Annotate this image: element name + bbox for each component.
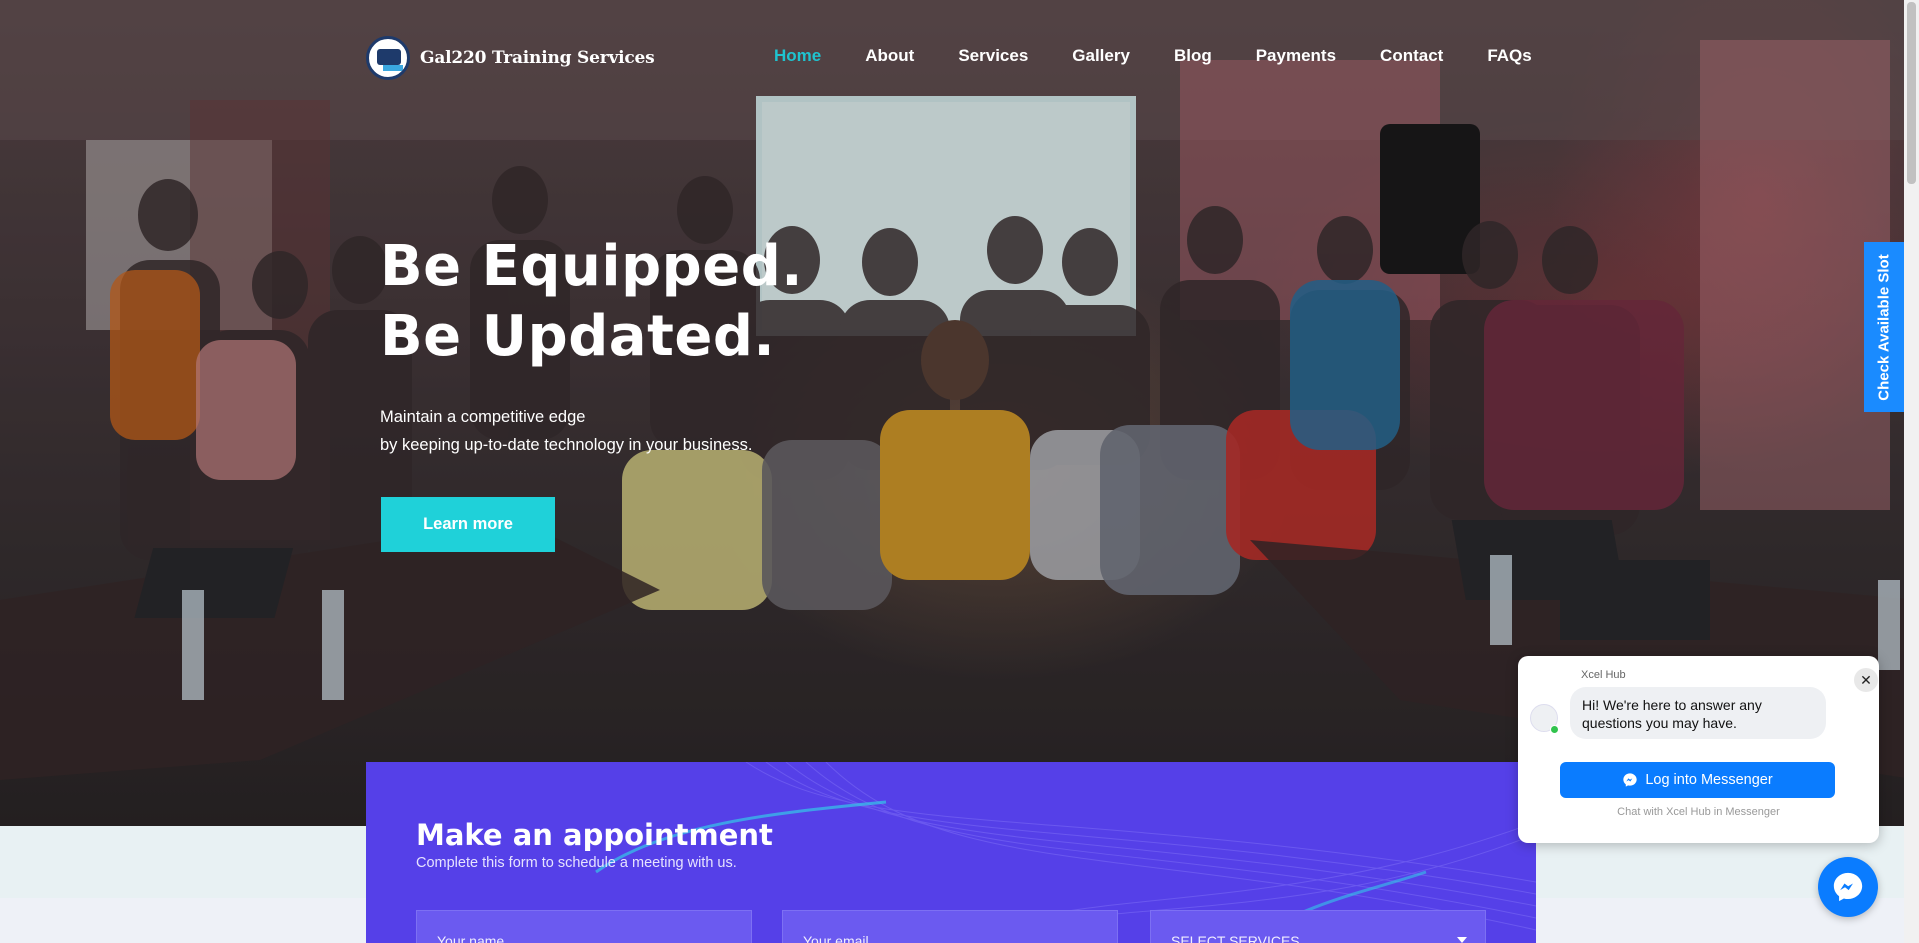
log-into-messenger-label: Log into Messenger [1645,772,1773,788]
nav-item-gallery[interactable]: Gallery [1072,46,1130,66]
main-nav: Home About Services Gallery Blog Payment… [774,46,1576,66]
nav-item-payments[interactable]: Payments [1256,46,1336,66]
appointment-title: Make an appointment [416,818,773,852]
hero-headline-line-2: Be Updated. [380,304,776,369]
appointment-section: Make an appointment Complete this form t… [366,762,1536,943]
scrollbar-thumb[interactable] [1907,2,1916,184]
nav-item-faqs[interactable]: FAQs [1487,46,1531,66]
check-available-slot-tab[interactable]: Check Available Slot [1864,242,1904,412]
chat-footer-text: Chat with Xcel Hub in Messenger [1617,806,1780,818]
hero-subtext-line-1: Maintain a competitive edge [380,408,586,426]
page-scrollbar[interactable] [1904,0,1919,943]
hero-headline: Be Equipped. Be Updated. [380,232,803,372]
nav-item-blog[interactable]: Blog [1174,46,1212,66]
appointment-subtitle: Complete this form to schedule a meeting… [416,855,737,871]
hero-subtext-line-2: by keeping up-to-date technology in your… [380,436,753,454]
brand-logo-icon [366,36,410,80]
chat-greeting-bubble: Hi! We're here to answer any questions y… [1570,687,1826,739]
brand-logo[interactable]: Gal220 Training Services [366,36,655,80]
nav-item-about[interactable]: About [865,46,914,66]
brand-name: Gal220 Training Services [420,48,655,68]
online-status-dot [1550,725,1559,734]
services-select-value: SELECT SERVICES [1171,933,1300,943]
services-select[interactable]: SELECT SERVICES [1150,910,1486,943]
log-into-messenger-button[interactable]: Log into Messenger [1560,762,1835,798]
email-input[interactable]: Your email [782,910,1118,943]
name-input[interactable]: Your name [416,910,752,943]
close-icon[interactable]: ✕ [1854,668,1878,692]
messenger-icon [1833,872,1863,902]
check-available-slot-label: Check Available Slot [1875,253,1893,401]
learn-more-button[interactable]: Learn more [381,497,555,552]
hero-headline-line-1: Be Equipped. [380,234,804,299]
chevron-down-icon [1457,937,1467,943]
hero-subtext: Maintain a competitive edge by keeping u… [380,403,752,459]
avatar [1530,704,1559,734]
nav-item-services[interactable]: Services [958,46,1028,66]
messenger-chat-popup: ✕ Xcel Hub Hi! We're here to answer any … [1518,656,1879,843]
messenger-icon [1623,773,1637,787]
nav-item-home[interactable]: Home [774,46,821,66]
nav-item-contact[interactable]: Contact [1380,46,1443,66]
chat-page-name: Xcel Hub [1581,669,1626,681]
messenger-launcher-button[interactable] [1818,857,1878,917]
